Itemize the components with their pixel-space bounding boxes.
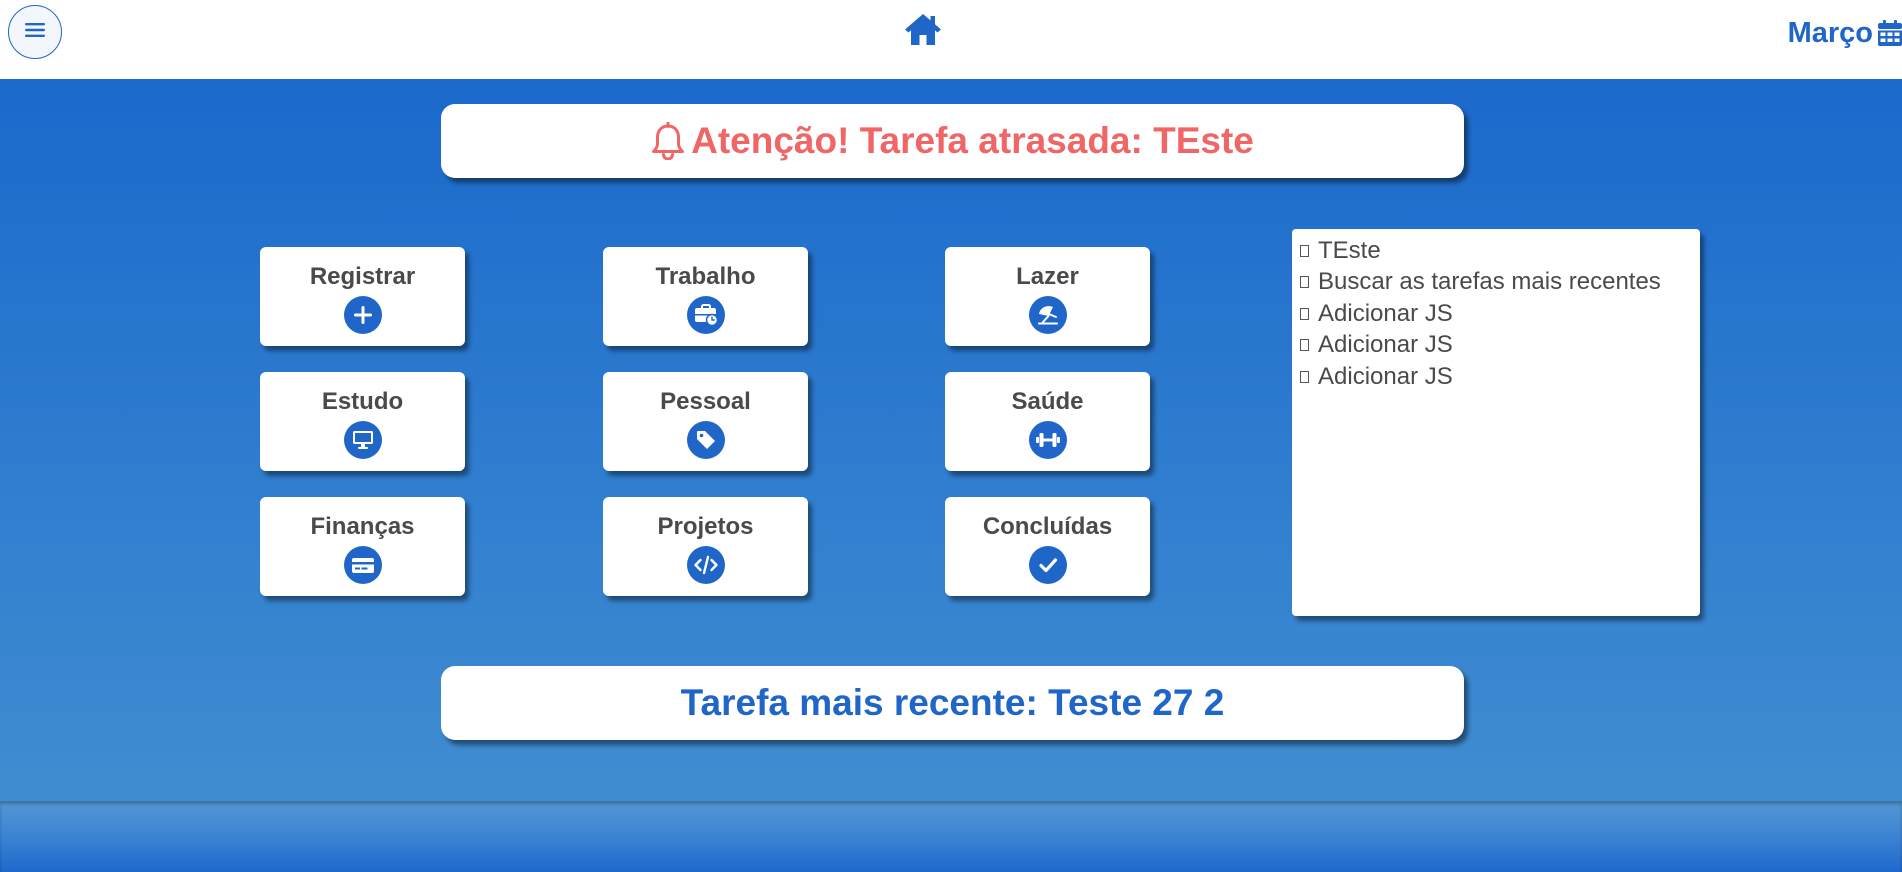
bell-icon <box>651 122 685 160</box>
category-label: Concluídas <box>982 513 1113 540</box>
task-list-panel: TEste Buscar as tarefas mais recentes Ad… <box>1292 229 1700 616</box>
recent-task-text: Tarefa mais recente: Teste 27 2 <box>680 682 1225 723</box>
category-label: Trabalho <box>655 263 756 290</box>
hamburger-icon <box>25 22 45 43</box>
task-label: TEste <box>1318 236 1381 264</box>
desktop-icon <box>343 421 382 459</box>
task-list-item[interactable]: Adicionar JS <box>1300 330 1700 362</box>
category-card-saude[interactable]: Saúde <box>945 372 1150 471</box>
category-card-projetos[interactable]: Projetos <box>603 497 808 596</box>
category-label: Registrar <box>309 263 416 290</box>
category-card-lazer[interactable]: Lazer <box>945 247 1150 346</box>
category-card-financas[interactable]: Finanças <box>260 497 465 596</box>
task-label: Adicionar JS <box>1318 331 1453 359</box>
task-label: Adicionar JS <box>1318 362 1453 390</box>
category-label: Lazer <box>1016 263 1079 290</box>
tag-icon <box>686 421 725 459</box>
category-label: Estudo <box>321 388 404 415</box>
task-list-item[interactable]: Adicionar JS <box>1300 298 1700 330</box>
month-label: Março <box>1787 16 1873 49</box>
checkbox-icon[interactable] <box>1300 370 1309 383</box>
plus-icon <box>343 296 382 334</box>
checkbox-icon[interactable] <box>1300 339 1309 352</box>
category-card-pessoal[interactable]: Pessoal <box>603 372 808 471</box>
checkbox-icon[interactable] <box>1300 244 1309 257</box>
dumbbell-icon <box>1028 421 1067 459</box>
category-label: Projetos <box>657 513 754 540</box>
footer <box>0 801 1902 872</box>
recent-task-banner: Tarefa mais recente: Teste 27 2 <box>441 666 1464 740</box>
credit-card-icon <box>343 546 382 584</box>
task-label: Adicionar JS <box>1318 299 1453 327</box>
category-card-estudo[interactable]: Estudo <box>260 372 465 471</box>
month-selector[interactable]: Março <box>1788 14 1902 52</box>
check-icon <box>1028 546 1067 584</box>
task-list-item[interactable]: TEste <box>1300 235 1700 267</box>
category-label: Finanças <box>310 513 415 540</box>
task-list-item[interactable]: Buscar as tarefas mais recentes <box>1300 267 1700 299</box>
checkbox-icon[interactable] <box>1300 307 1309 320</box>
task-label: Buscar as tarefas mais recentes <box>1318 268 1661 296</box>
category-card-registrar[interactable]: Registrar <box>260 247 465 346</box>
checkbox-icon[interactable] <box>1300 276 1309 289</box>
umbrella-beach-icon <box>1028 296 1067 334</box>
overdue-alert-banner: Atenção! Tarefa atrasada: TEste <box>441 104 1464 178</box>
home-button[interactable] <box>904 12 942 50</box>
top-bar: Março <box>0 0 1902 79</box>
task-list-item[interactable]: Adicionar JS <box>1300 361 1700 393</box>
calendar-icon <box>1878 20 1902 46</box>
home-icon <box>904 12 942 51</box>
briefcase-clock-icon <box>686 296 725 334</box>
category-label: Saúde <box>1011 388 1084 415</box>
category-card-trabalho[interactable]: Trabalho <box>603 247 808 346</box>
code-icon <box>686 546 725 584</box>
category-label: Pessoal <box>660 388 751 415</box>
category-card-concluidas[interactable]: Concluídas <box>945 497 1150 596</box>
overdue-alert-text: Atenção! Tarefa atrasada: TEste <box>691 120 1254 161</box>
menu-button[interactable] <box>8 5 62 59</box>
